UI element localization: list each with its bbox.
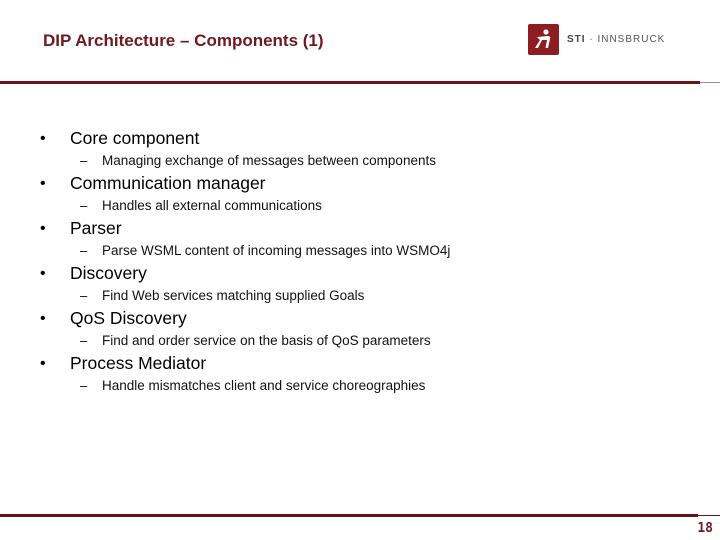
- dash-icon: –: [80, 243, 88, 258]
- list-item: • QoS Discovery – Find and order service o…: [0, 308, 720, 353]
- bullet-label: Process Mediator: [70, 353, 207, 373]
- list-item: • Process Mediator – Handle mismatches cli…: [0, 353, 720, 398]
- bullet-label: Discovery: [70, 263, 147, 283]
- bullet-subtext: Parse WSML content of incoming messages …: [102, 243, 451, 258]
- bullet-icon: •: [40, 130, 46, 147]
- list-item: • Communication manager – Handles all exte…: [0, 173, 720, 218]
- bullet-subtext: Find Web services matching supplied Goal…: [102, 288, 365, 303]
- bullet-label: Parser: [70, 218, 122, 238]
- list-item: • Discovery – Find Web services matching s…: [0, 263, 720, 308]
- bullet-list: • Core component – Managing exchange of me…: [0, 128, 720, 398]
- bullet-label: QoS Discovery: [70, 308, 187, 328]
- footer-divider-tail: [698, 515, 720, 516]
- sti-innsbruck-logo: STI · INNSBRUCK: [528, 24, 665, 55]
- bullet-label: Core component: [70, 128, 200, 148]
- list-item: • Core component – Managing exchange of me…: [0, 128, 720, 173]
- dash-icon: –: [80, 378, 88, 393]
- bullet-icon: •: [40, 220, 46, 237]
- bullet-subtext: Handles all external communications: [102, 198, 322, 213]
- logo-brand-bold: STI: [567, 34, 586, 45]
- footer-divider: [0, 514, 698, 517]
- bullet-subtext: Handle mismatches client and service cho…: [102, 378, 426, 393]
- bullet-icon: •: [40, 355, 46, 372]
- dash-icon: –: [80, 153, 88, 168]
- logo-brand-rest: INNSBRUCK: [597, 34, 666, 45]
- dash-icon: –: [80, 288, 88, 303]
- list-item: • Parser – Parse WSML content of incoming …: [0, 218, 720, 263]
- bullet-icon: •: [40, 310, 46, 327]
- header-divider-tail: [700, 82, 720, 83]
- sti-person-icon: [528, 24, 559, 55]
- bullet-label: Communication manager: [70, 173, 266, 193]
- logo-text: STI · INNSBRUCK: [567, 34, 665, 45]
- dash-icon: –: [80, 333, 88, 348]
- bullet-icon: •: [40, 265, 46, 282]
- logo-separator: ·: [585, 34, 598, 45]
- page-number: 18: [697, 521, 713, 536]
- dash-icon: –: [80, 198, 88, 213]
- bullet-subtext: Find and order service on the basis of Q…: [102, 333, 431, 348]
- header-divider: [0, 81, 700, 84]
- slide-title: DIP Architecture – Components (1): [43, 31, 324, 50]
- bullet-subtext: Managing exchange of messages between co…: [102, 153, 436, 168]
- bullet-icon: •: [40, 175, 46, 192]
